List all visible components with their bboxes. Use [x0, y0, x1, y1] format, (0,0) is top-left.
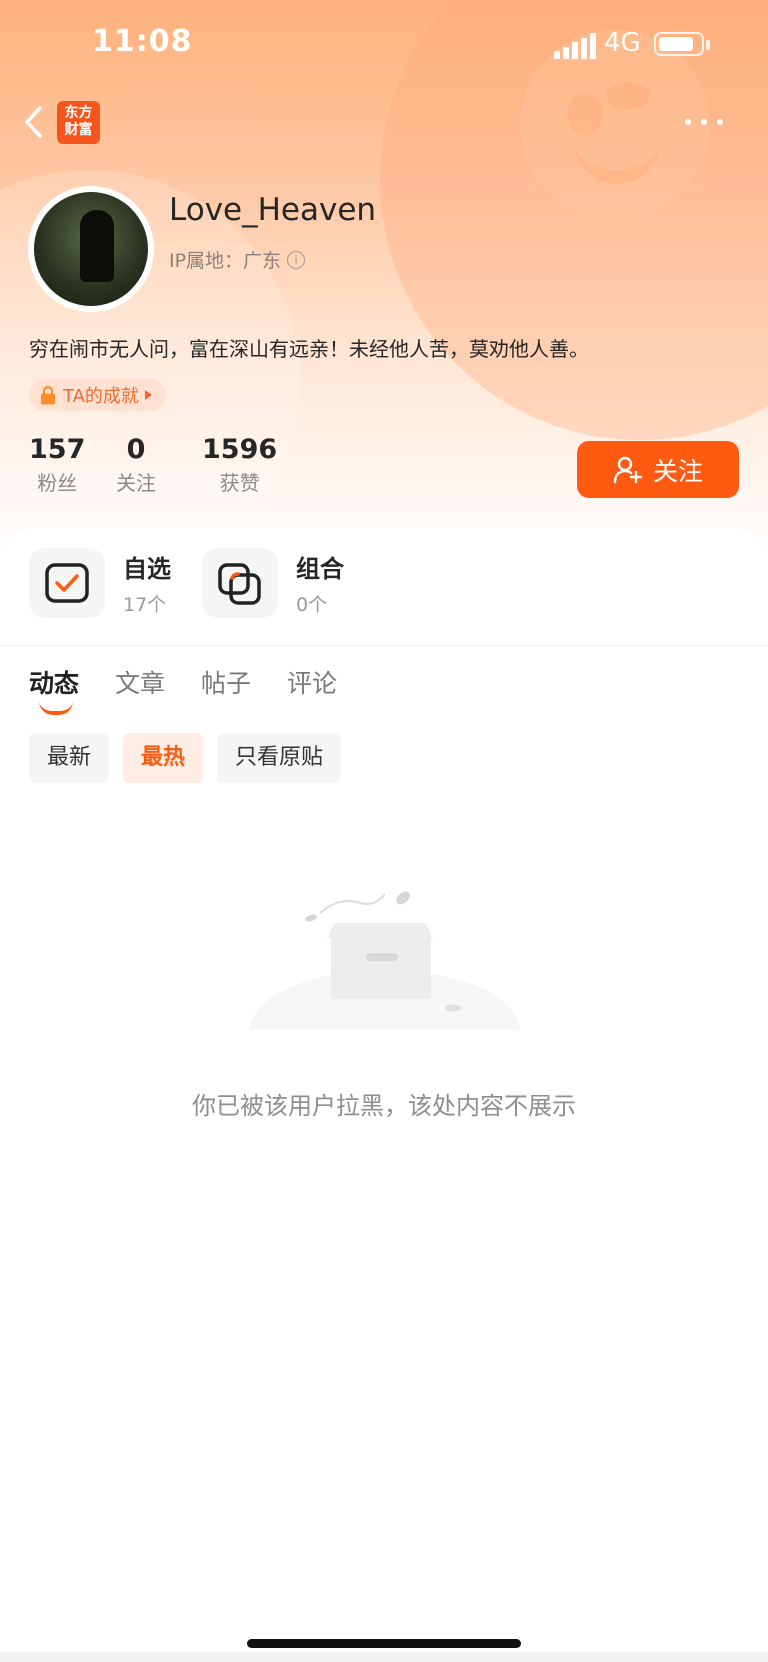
stat-following[interactable]: 0 关注	[116, 434, 156, 496]
filter-chips: 最新 最热 只看原贴	[29, 733, 342, 783]
watchlist-title: 自选	[123, 555, 171, 583]
portfolio-count: 0个	[296, 594, 328, 616]
watchlist-icon-box	[29, 548, 105, 618]
follow-button[interactable]: 关注	[577, 441, 739, 498]
info-icon[interactable]: i	[287, 250, 306, 269]
checkbox-icon	[45, 563, 89, 603]
network-type: 4G	[604, 28, 641, 58]
tab-activity[interactable]: 动态	[29, 664, 80, 715]
stat-likes[interactable]: 1596 获赞	[202, 434, 277, 496]
portfolio-icon	[218, 563, 261, 605]
status-bar: 11:08 4G	[0, 0, 768, 92]
filter-original-only[interactable]: 只看原贴	[217, 733, 342, 783]
back-arrow-icon	[25, 106, 42, 138]
stat-label: 关注	[116, 471, 156, 495]
tab-posts[interactable]: 帖子	[201, 664, 251, 700]
tab-label: 动态	[29, 669, 80, 698]
username: Love_Heaven	[169, 192, 377, 228]
follow-button-label: 关注	[652, 456, 703, 486]
filter-hottest[interactable]: 最热	[123, 733, 204, 783]
app-logo[interactable]: 东方 财富	[57, 101, 100, 144]
stat-value: 157	[29, 434, 86, 465]
avatar-image	[34, 192, 148, 306]
empty-box-illustration	[245, 891, 525, 1040]
logo-text-line2: 财富	[64, 122, 93, 138]
home-indicator	[247, 1639, 521, 1648]
user-bio: 穷在闹市无人问，富在深山有远亲！未经他人苦，莫劝他人善。	[29, 337, 589, 361]
achievement-label: TA的成就	[63, 386, 139, 407]
battery-icon	[654, 32, 704, 56]
stat-value: 0	[126, 434, 146, 465]
watchlist-count: 17个	[123, 594, 167, 616]
avatar[interactable]	[28, 186, 154, 312]
watchlist-entry[interactable]: 自选 17个	[29, 548, 171, 618]
battery-cap	[706, 40, 710, 50]
tab-label: 评论	[287, 669, 338, 698]
status-time: 11:08	[92, 24, 193, 59]
achievement-badge[interactable]: TA的成就	[29, 379, 166, 411]
tab-articles[interactable]: 文章	[115, 664, 165, 700]
tab-label: 帖子	[201, 669, 252, 698]
filter-latest[interactable]: 最新	[29, 733, 110, 783]
tab-comments[interactable]: 评论	[287, 664, 337, 700]
ip-location-row: IP属地：广东 i	[169, 246, 306, 273]
section-divider	[0, 645, 768, 646]
ip-location-text: IP属地：广东	[169, 250, 282, 272]
signal-icon	[554, 33, 596, 59]
logo-text-line1: 东方	[64, 105, 93, 121]
add-user-icon	[613, 456, 643, 483]
portfolio-title: 组合	[296, 555, 344, 583]
chevron-right-icon	[144, 390, 152, 400]
back-button[interactable]	[20, 102, 50, 142]
blocked-message: 你已被该用户拉黑，该处内容不展示	[192, 1092, 576, 1120]
stat-label: 获赞	[219, 471, 260, 495]
stat-value: 1596	[202, 434, 278, 465]
stat-followers[interactable]: 157 粉丝	[29, 434, 85, 496]
more-options-button[interactable]	[680, 112, 730, 132]
lock-icon	[41, 385, 55, 405]
content-tabs: 动态 文章 帖子 评论	[29, 664, 337, 715]
portfolio-icon-box	[202, 548, 278, 618]
portfolio-entry[interactable]: 组合 0个	[202, 548, 344, 618]
avatar-figure	[80, 210, 114, 282]
tab-label: 文章	[115, 669, 166, 698]
more-dots-icon	[685, 119, 723, 125]
stat-label: 粉丝	[37, 471, 78, 495]
bottom-strip	[0, 1652, 768, 1662]
